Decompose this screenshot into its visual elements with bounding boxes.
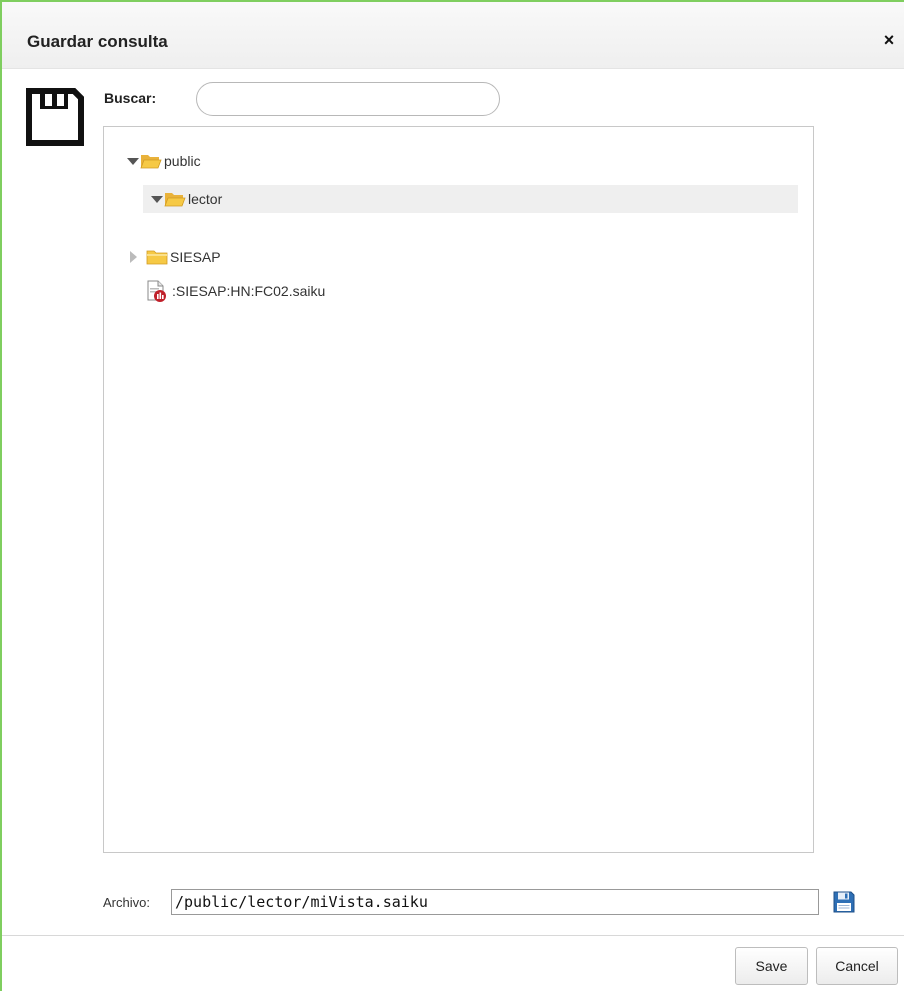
save-button[interactable]: Save [735, 947, 808, 985]
caret-down-icon[interactable] [150, 192, 164, 206]
tree-node-lector[interactable]: lector [143, 185, 798, 213]
tree-node-label: lector [188, 191, 223, 207]
dialog-titlebar: Guardar consulta × [2, 2, 904, 69]
folder-open-icon [164, 193, 186, 207]
file-path-input[interactable] [171, 889, 819, 915]
footer-divider [2, 935, 904, 936]
caret-down-icon[interactable] [126, 154, 140, 168]
close-icon[interactable]: × [880, 30, 898, 50]
saiku-file-icon [147, 280, 166, 302]
folder-open-icon [140, 155, 162, 169]
tree-node-public[interactable]: public [126, 147, 201, 175]
tree-node-label: :SIESAP:HN:FC02.saiku [172, 283, 326, 299]
caret-right-icon[interactable] [126, 250, 140, 264]
save-icon[interactable] [833, 891, 855, 913]
file-path-label: Archivo: [103, 895, 150, 910]
search-input[interactable] [196, 82, 500, 116]
cancel-button[interactable]: Cancel [816, 947, 898, 985]
tree-node-file[interactable]: :SIESAP:HN:FC02.saiku [146, 277, 325, 305]
folder-icon [146, 250, 168, 265]
folder-tree[interactable]: public lector SIESAP:SIESAP:HN:FC02.sai… [103, 126, 814, 853]
tree-node-label: public [164, 153, 201, 169]
tree-node-siesap[interactable]: SIESAP [126, 243, 221, 271]
tree-node-label: SIESAP [170, 249, 221, 265]
save-query-dialog: Guardar consulta × Buscar: public lector… [0, 0, 904, 991]
search-label: Buscar: [104, 90, 157, 106]
dialog-title: Guardar consulta [27, 32, 168, 51]
floppy-disk-icon [26, 88, 84, 146]
